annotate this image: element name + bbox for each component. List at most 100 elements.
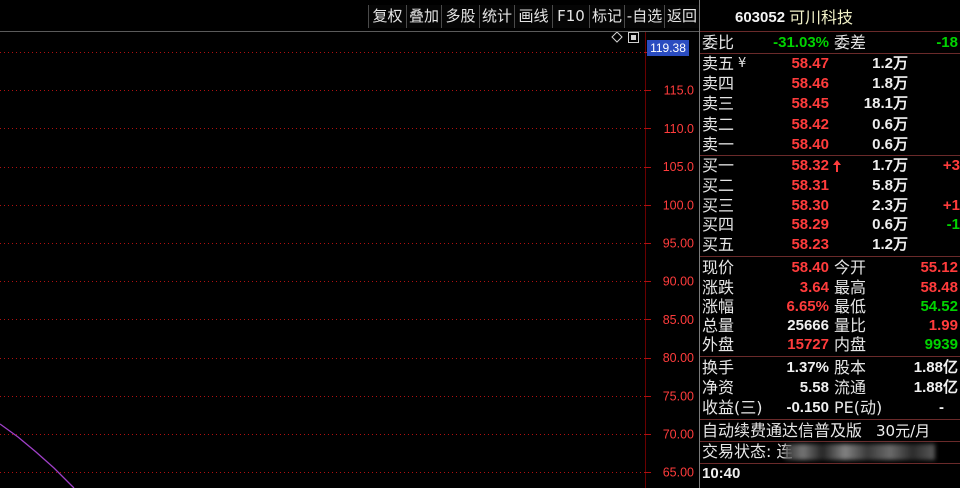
axis-label: 115.0 bbox=[664, 84, 694, 98]
stat-row-outer-inner: 外盘 15727 内盘 9939 bbox=[700, 335, 960, 355]
order-diff-value: -18 bbox=[936, 34, 958, 51]
bid-row-2[interactable]: 买二 58.31 5.8万 bbox=[700, 176, 960, 196]
ask-price: 58.40 bbox=[791, 136, 829, 153]
f10-button[interactable]: F10 bbox=[552, 5, 589, 28]
stock-header[interactable]: 603052 可川科技 bbox=[700, 8, 960, 28]
stat-label: 最低 bbox=[834, 297, 867, 316]
bid-price: 58.30 bbox=[791, 197, 829, 214]
axis-label: 85.00 bbox=[663, 313, 694, 327]
chart-top-border bbox=[0, 31, 699, 32]
stat-row-last-price: 现价 58.40 今开 55.12 bbox=[700, 258, 960, 278]
ask-price: 58.47 bbox=[791, 55, 829, 72]
ask-row-5[interactable]: 卖五 ¥ 58.47 1.2万 bbox=[700, 54, 960, 74]
bid-row-4[interactable]: 买四 58.29 0.6万 -1 bbox=[700, 215, 960, 235]
draw-line-button[interactable]: 画线 bbox=[514, 5, 552, 28]
axis-label: 90.00 bbox=[663, 275, 694, 289]
price-curve bbox=[0, 423, 75, 488]
finance-label: 换手 bbox=[702, 358, 735, 377]
ask-row-2[interactable]: 卖二 58.42 0.6万 bbox=[700, 115, 960, 135]
ask-volume: 0.6万 bbox=[872, 116, 908, 133]
tick-time: 10:40 bbox=[702, 465, 741, 482]
promo-row[interactable]: 自动续费通达信普及版 30元/月 bbox=[700, 421, 960, 441]
axis-label: 110.0 bbox=[664, 122, 694, 136]
bid-label: 买五 bbox=[702, 235, 735, 254]
stat-value: 15727 bbox=[787, 336, 829, 353]
trading-window: 115.0 110.0 105.0 100.0 95.00 90.00 85.00 80.00… bbox=[0, 0, 960, 488]
stock-code: 603052 bbox=[735, 9, 786, 26]
finance-label: 收益(三) bbox=[702, 398, 763, 417]
adjust-rights-button[interactable]: 复权 bbox=[368, 5, 406, 28]
ask-label: 卖五 bbox=[702, 54, 735, 73]
finance-value: 1.37% bbox=[786, 359, 829, 376]
ask-row-1[interactable]: 卖一 58.40 0.6万 bbox=[700, 135, 960, 155]
axis-label: 95.00 bbox=[663, 237, 694, 251]
finance-value: 1.88亿 bbox=[913, 359, 958, 376]
bid-row-5[interactable]: 买五 58.23 1.2万 bbox=[700, 235, 960, 255]
tick-row: 10:40 bbox=[700, 464, 960, 484]
stat-value: 3.64 bbox=[799, 279, 829, 296]
remove-watchlist-button[interactable]: -自选 bbox=[624, 5, 664, 28]
stat-label: 内盘 bbox=[834, 335, 867, 354]
stat-row-change: 涨跌 3.64 最高 58.48 bbox=[700, 278, 960, 298]
order-ratio-value: -31.03% bbox=[773, 34, 829, 51]
stat-label: 涨幅 bbox=[702, 297, 735, 316]
axis-label: 70.00 bbox=[663, 428, 694, 442]
back-button[interactable]: 返回 bbox=[664, 5, 699, 28]
chart-canvas[interactable]: 115.0 110.0 105.0 100.0 95.00 90.00 85.00 80.00… bbox=[0, 0, 699, 488]
bid-price: 58.23 bbox=[791, 236, 829, 253]
promo-price: 30元/月 bbox=[876, 422, 931, 440]
stat-label: 最高 bbox=[834, 278, 867, 297]
stat-value: 54.52 bbox=[920, 298, 958, 315]
stat-value: 6.65% bbox=[786, 298, 829, 315]
ask-label: 卖一 bbox=[702, 135, 735, 154]
stat-value: 1.99 bbox=[928, 317, 958, 334]
bid-volume: 5.8万 bbox=[872, 177, 908, 194]
ask-row-4[interactable]: 卖四 58.46 1.8万 bbox=[700, 74, 960, 94]
order-ratio-label: 委比 bbox=[702, 33, 735, 52]
up-arrow-icon bbox=[833, 160, 841, 172]
ask-label: 卖三 bbox=[702, 94, 735, 113]
blurred-overlay bbox=[785, 444, 935, 460]
finance-label: PE(动) bbox=[834, 398, 883, 417]
ask-price: 58.42 bbox=[791, 116, 829, 133]
finance-row-earnings: 收益(三) -0.150 PE(动) - bbox=[700, 398, 960, 418]
overlay-button[interactable]: 叠加 bbox=[406, 5, 441, 28]
diamond-icon[interactable] bbox=[611, 31, 623, 43]
finance-value: 1.88亿 bbox=[913, 379, 958, 396]
ask-price: 58.46 bbox=[791, 75, 829, 92]
ask-volume: 1.2万 bbox=[872, 55, 908, 72]
price-chart[interactable]: 115.0 110.0 105.0 100.0 95.00 90.00 85.00 80.00… bbox=[0, 0, 699, 488]
stat-value: 58.40 bbox=[791, 259, 829, 276]
bid-volume: 1.2万 bbox=[872, 236, 908, 253]
divider bbox=[700, 419, 960, 420]
stat-value: 9939 bbox=[924, 336, 958, 353]
divider bbox=[700, 356, 960, 357]
ask-volume: 1.8万 bbox=[872, 75, 908, 92]
stat-value: 58.48 bbox=[920, 279, 958, 296]
stat-value: 55.12 bbox=[920, 259, 958, 276]
statistics-button[interactable]: 统计 bbox=[479, 5, 514, 28]
ask-label: 卖四 bbox=[702, 74, 735, 93]
ask-volume: 18.1万 bbox=[863, 95, 908, 112]
bid-row-3[interactable]: 买三 58.30 2.3万 +1 bbox=[700, 196, 960, 216]
window-toggle-icon[interactable] bbox=[628, 32, 639, 43]
bid-change: -1 bbox=[946, 216, 960, 233]
divider bbox=[700, 256, 960, 257]
stat-value: 25666 bbox=[787, 317, 829, 334]
stat-label: 现价 bbox=[702, 258, 735, 277]
finance-value: 5.58 bbox=[799, 379, 829, 396]
bid-label: 买三 bbox=[702, 196, 735, 215]
order-diff-label: 委差 bbox=[834, 33, 867, 52]
bid-row-1[interactable]: 买一 58.32 1.7万 +3 bbox=[700, 156, 960, 176]
multi-stock-button[interactable]: 多股 bbox=[441, 5, 479, 28]
bid-price: 58.31 bbox=[791, 177, 829, 194]
finance-label: 流通 bbox=[834, 378, 867, 397]
axis-label: 105.0 bbox=[663, 160, 694, 174]
mark-button[interactable]: 标记 bbox=[589, 5, 624, 28]
ask-row-3[interactable]: 卖三 58.45 18.1万 bbox=[700, 94, 960, 114]
finance-row-net-assets: 净资 5.58 流通 1.88亿 bbox=[700, 378, 960, 398]
stat-row-change-pct: 涨幅 6.65% 最低 54.52 bbox=[700, 297, 960, 317]
finance-label: 股本 bbox=[834, 358, 867, 377]
bid-volume: 1.7万 bbox=[872, 157, 908, 174]
bid-label: 买一 bbox=[702, 156, 735, 175]
